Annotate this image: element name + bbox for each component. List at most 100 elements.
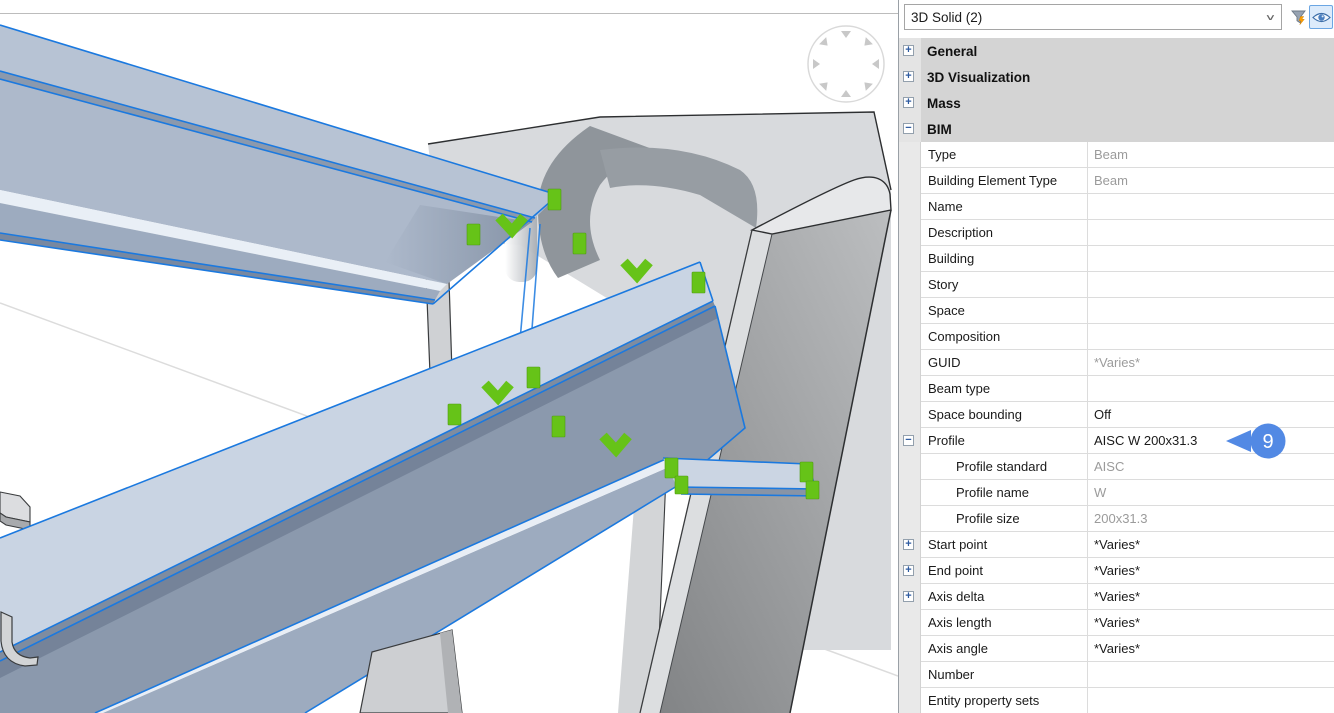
property-row-description[interactable]: Description bbox=[899, 220, 1334, 246]
property-value[interactable]: Off bbox=[1088, 402, 1334, 428]
property-label: Profile standard bbox=[921, 454, 1088, 480]
row-gutter: + bbox=[899, 584, 921, 610]
row-gutter bbox=[899, 220, 921, 246]
property-value[interactable] bbox=[1088, 376, 1334, 402]
property-label: GUID bbox=[921, 350, 1088, 376]
orbit-compass-icon[interactable] bbox=[808, 26, 884, 102]
property-row-profile[interactable]: −ProfileAISC W 200x31.39 bbox=[899, 428, 1334, 454]
property-value[interactable]: W bbox=[1088, 480, 1334, 506]
row-gutter bbox=[899, 662, 921, 688]
property-row-type[interactable]: TypeBeam bbox=[899, 142, 1334, 168]
property-row-end-point[interactable]: +End point*Varies* bbox=[899, 558, 1334, 584]
row-gutter bbox=[899, 142, 921, 168]
property-row-start-point[interactable]: + Start point*Varies* bbox=[899, 532, 1334, 558]
row-gutter bbox=[899, 454, 921, 480]
row-gutter bbox=[899, 402, 921, 428]
property-label: Profile size bbox=[921, 506, 1088, 532]
property-label: Profile bbox=[921, 428, 1088, 454]
property-row-space[interactable]: Space bbox=[899, 298, 1334, 324]
property-value[interactable]: *Varies* bbox=[1088, 558, 1334, 584]
selection-type-dropdown[interactable]: 3D Solid (2) ∨ bbox=[904, 4, 1282, 30]
property-label: Description bbox=[921, 220, 1088, 246]
property-value[interactable]: Beam bbox=[1088, 168, 1334, 194]
property-row-space-bounding[interactable]: Space boundingOff bbox=[899, 402, 1334, 428]
property-row-axis-length[interactable]: Axis length*Varies* bbox=[899, 610, 1334, 636]
expand-icon[interactable]: + bbox=[903, 71, 914, 82]
row-gutter: − bbox=[899, 428, 921, 454]
3d-model-canvas[interactable] bbox=[0, 0, 898, 713]
section-label: 3D Visualization bbox=[921, 64, 1334, 90]
end-plate bbox=[0, 492, 30, 530]
expand-icon[interactable]: + bbox=[903, 97, 914, 108]
svg-text:9: 9 bbox=[1262, 431, 1273, 453]
property-value[interactable]: 200x31.3 bbox=[1088, 506, 1334, 532]
property-row-composition[interactable]: Composition bbox=[899, 324, 1334, 350]
expand-icon[interactable]: + bbox=[903, 565, 914, 576]
property-label: Name bbox=[921, 194, 1088, 220]
expand-icon[interactable]: + bbox=[903, 45, 914, 56]
eye-icon bbox=[1312, 11, 1331, 24]
property-label: Building Element Type bbox=[921, 168, 1088, 194]
property-row-name[interactable]: Name bbox=[899, 194, 1334, 220]
property-label: Entity property sets bbox=[921, 688, 1088, 713]
property-row-axis-angle[interactable]: Axis angle*Varies* bbox=[899, 636, 1334, 662]
property-value[interactable]: Beam bbox=[1088, 142, 1334, 168]
property-value[interactable]: *Varies* bbox=[1088, 636, 1334, 662]
section-label: Mass bbox=[921, 90, 1334, 116]
row-gutter bbox=[899, 298, 921, 324]
property-row-entity-property-sets[interactable]: Entity property sets bbox=[899, 688, 1334, 713]
quick-select-filter-button[interactable] bbox=[1287, 5, 1309, 29]
property-value[interactable] bbox=[1088, 662, 1334, 688]
property-value[interactable]: AISC W 200x31.39 bbox=[1088, 428, 1334, 454]
property-row-guid[interactable]: GUID*Varies* bbox=[899, 350, 1334, 376]
collapse-icon[interactable]: − bbox=[903, 123, 914, 134]
properties-panel: 3D Solid (2) ∨ +General+3D Visualization… bbox=[898, 0, 1334, 713]
property-value[interactable]: AISC bbox=[1088, 454, 1334, 480]
property-label: Axis angle bbox=[921, 636, 1088, 662]
bim-cad-application: 3D Solid (2) ∨ +General+3D Visualization… bbox=[0, 0, 1334, 713]
property-value[interactable] bbox=[1088, 324, 1334, 350]
property-label: Axis length bbox=[921, 610, 1088, 636]
property-value[interactable] bbox=[1088, 246, 1334, 272]
selection-bar: 3D Solid (2) ∨ bbox=[899, 0, 1334, 38]
property-grid: +General+3D Visualization+Mass−BIMTypeBe… bbox=[899, 38, 1334, 713]
property-label: Space bbox=[921, 298, 1088, 324]
section-header-bim[interactable]: −BIM bbox=[899, 116, 1334, 142]
property-value[interactable] bbox=[1088, 298, 1334, 324]
row-gutter bbox=[899, 168, 921, 194]
property-row-profile-standard[interactable]: Profile standardAISC bbox=[899, 454, 1334, 480]
property-value[interactable] bbox=[1088, 688, 1334, 713]
3d-viewport[interactable] bbox=[0, 0, 898, 713]
property-value[interactable]: *Varies* bbox=[1088, 532, 1334, 558]
collapse-icon[interactable]: − bbox=[903, 435, 914, 446]
property-row-beam-type[interactable]: Beam type bbox=[899, 376, 1334, 402]
row-gutter bbox=[899, 272, 921, 298]
property-value[interactable] bbox=[1088, 220, 1334, 246]
property-value[interactable]: *Varies* bbox=[1088, 350, 1334, 376]
row-gutter bbox=[899, 246, 921, 272]
property-value[interactable] bbox=[1088, 194, 1334, 220]
property-row-building-element-type[interactable]: Building Element TypeBeam bbox=[899, 168, 1334, 194]
property-value[interactable]: *Varies* bbox=[1088, 610, 1334, 636]
expand-icon[interactable]: + bbox=[903, 591, 914, 602]
property-label: Start point bbox=[921, 532, 1088, 558]
chevron-down-icon[interactable]: ∨ bbox=[1265, 12, 1276, 22]
property-row-profile-name[interactable]: Profile nameW bbox=[899, 480, 1334, 506]
property-row-profile-size[interactable]: Profile size200x31.3 bbox=[899, 506, 1334, 532]
row-gutter bbox=[899, 480, 921, 506]
property-value[interactable] bbox=[1088, 272, 1334, 298]
property-row-building[interactable]: Building bbox=[899, 246, 1334, 272]
section-header-general[interactable]: +General bbox=[899, 38, 1334, 64]
selection-type-value: 3D Solid (2) bbox=[911, 10, 1266, 25]
section-gutter: + bbox=[899, 90, 921, 116]
section-header-mass[interactable]: + Mass bbox=[899, 90, 1334, 116]
property-row-story[interactable]: Story bbox=[899, 272, 1334, 298]
property-value[interactable]: *Varies* bbox=[1088, 584, 1334, 610]
property-row-axis-delta[interactable]: +Axis delta*Varies* bbox=[899, 584, 1334, 610]
expand-icon[interactable]: + bbox=[903, 539, 914, 550]
property-label: Building bbox=[921, 246, 1088, 272]
highlight-visibility-toggle[interactable] bbox=[1309, 5, 1333, 29]
row-gutter bbox=[899, 324, 921, 350]
property-row-number[interactable]: Number bbox=[899, 662, 1334, 688]
section-header-3d-visualization[interactable]: +3D Visualization bbox=[899, 64, 1334, 90]
